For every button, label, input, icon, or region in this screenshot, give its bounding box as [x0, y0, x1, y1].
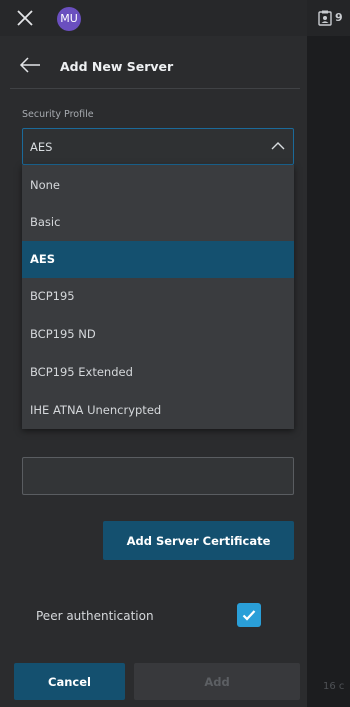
dropdown-option-ihe-atna-unencrypted[interactable]: IHE ATNA Unencrypted	[22, 392, 294, 429]
dropdown-option-bcp195-nd[interactable]: BCP195 ND	[22, 316, 294, 353]
top-header: MU	[0, 0, 307, 36]
add-server-certificate-button[interactable]: Add Server Certificate	[103, 521, 294, 560]
background-footer-text: 16 c	[323, 681, 345, 692]
dropdown-option-aes[interactable]: AES	[22, 241, 294, 278]
arrow-left-icon[interactable]	[19, 56, 41, 74]
divider	[10, 88, 300, 89]
background-panel: 9	[307, 0, 350, 707]
dropdown-option-none[interactable]: None	[22, 167, 294, 204]
background-count: 9	[335, 11, 343, 24]
peer-authentication-label: Peer authentication	[36, 609, 154, 623]
avatar[interactable]: MU	[57, 7, 81, 31]
close-icon[interactable]	[17, 10, 33, 26]
page-title: Add New Server	[60, 59, 174, 74]
chevron-up-icon	[271, 142, 285, 150]
peer-authentication-checkbox[interactable]	[237, 603, 261, 627]
dropdown-option-basic[interactable]: Basic	[22, 204, 294, 241]
dropdown-option-bcp195-extended[interactable]: BCP195 Extended	[22, 354, 294, 391]
security-profile-value: AES	[30, 140, 53, 154]
cancel-button[interactable]: Cancel	[14, 663, 125, 700]
server-input[interactable]	[22, 457, 294, 495]
security-profile-label: Security Profile	[22, 109, 94, 120]
checkmark-icon	[242, 610, 256, 621]
add-server-panel: MU Add New Server Security Profile AES N…	[0, 0, 307, 707]
security-profile-dropdown: None Basic AES BCP195 BCP195 ND BCP195 E…	[22, 165, 294, 429]
dropdown-option-bcp195[interactable]: BCP195	[22, 278, 294, 315]
security-profile-select[interactable]: AES	[22, 128, 294, 165]
page-header: Add New Server	[0, 36, 307, 100]
background-toolbar: 9	[307, 0, 350, 36]
add-button[interactable]: Add	[134, 663, 300, 700]
clipboard-user-icon	[318, 10, 332, 26]
